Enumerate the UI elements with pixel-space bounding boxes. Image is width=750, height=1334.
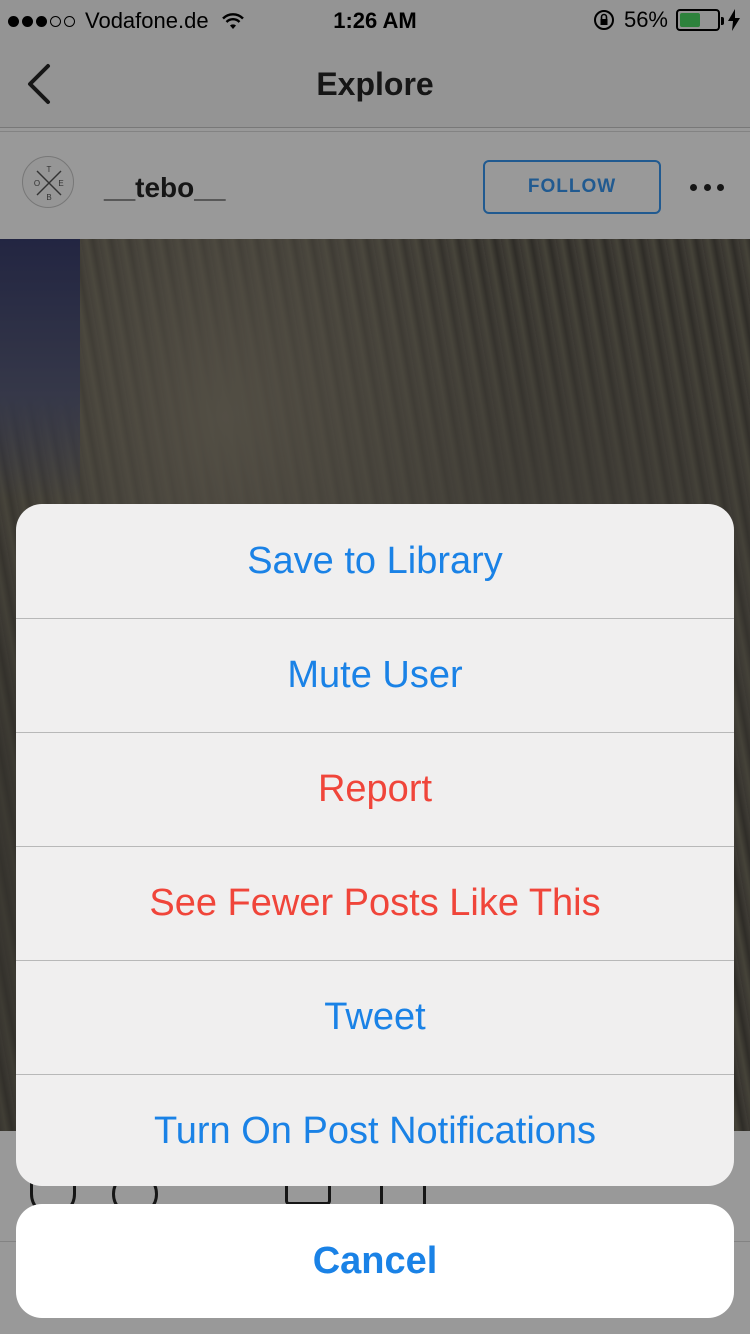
save-to-library-button[interactable]: Save to Library (16, 504, 734, 618)
tweet-button[interactable]: Tweet (16, 960, 734, 1074)
cancel-button[interactable]: Cancel (16, 1204, 734, 1318)
report-button[interactable]: Report (16, 732, 734, 846)
action-sheet: Save to Library Mute User Report See Few… (16, 504, 734, 1186)
turn-on-post-notifications-button[interactable]: Turn On Post Notifications (16, 1074, 734, 1186)
see-fewer-posts-button[interactable]: See Fewer Posts Like This (16, 846, 734, 960)
mute-user-button[interactable]: Mute User (16, 618, 734, 732)
